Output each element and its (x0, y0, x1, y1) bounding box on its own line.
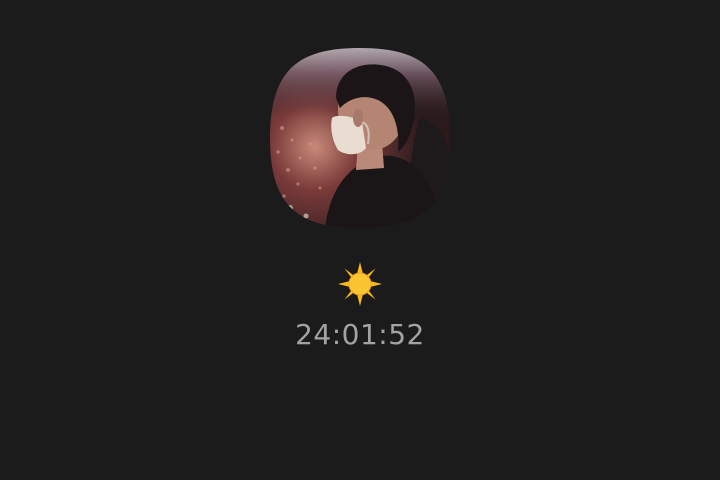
avatar-photo (270, 48, 450, 228)
call-timer: 24:01:52 (295, 318, 425, 351)
call-screen: 24:01:52 (0, 0, 720, 480)
contact-avatar[interactable] (270, 48, 450, 228)
sun-icon (336, 260, 384, 308)
